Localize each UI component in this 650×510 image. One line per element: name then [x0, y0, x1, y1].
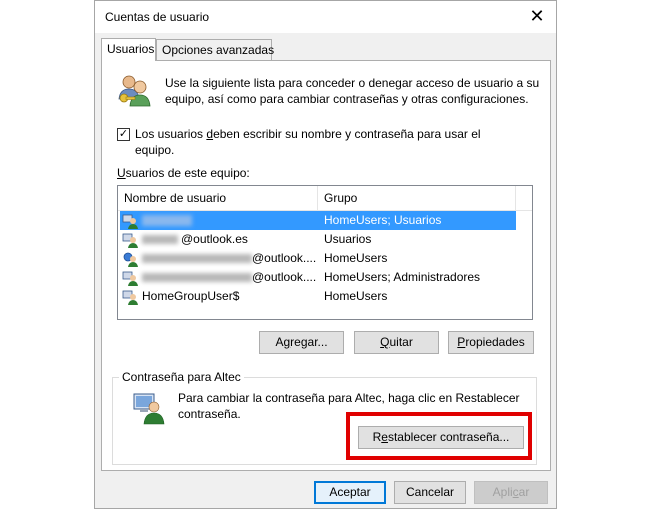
user-accounts-dialog: Cuentas de usuario ✕ Usuarios Opciones a… [94, 0, 557, 509]
password-text-line-1: Para cambiar la contraseña para Altec, h… [178, 391, 520, 405]
column-separator[interactable] [515, 186, 516, 210]
table-row[interactable]: @outlook.... HomeUsers; Administradores [120, 268, 516, 287]
user-name-cell: @outlook.es [181, 232, 248, 246]
add-user-button[interactable]: Agregar... [259, 331, 344, 354]
user-group-cell: HomeUsers [324, 251, 388, 265]
table-row[interactable]: HomeGroupUser$ HomeUsers [120, 287, 516, 306]
tab-usuarios-label: Usuarios [107, 42, 155, 56]
cancel-button[interactable]: Cancelar [394, 481, 466, 504]
users-keys-icon [118, 75, 151, 107]
users-listview[interactable]: Nombre de usuario Grupo HomeUsers; Usuar… [117, 185, 533, 320]
apply-button-text-post: ar [518, 485, 530, 499]
user-icon [122, 214, 138, 229]
add-button-text-post: regar... [290, 335, 328, 349]
blurred-name [142, 254, 252, 263]
remove-button-text-accel: Q [380, 335, 390, 349]
ok-button[interactable]: Aceptar [314, 481, 386, 504]
user-group-cell: HomeUsers; Administradores [324, 270, 481, 284]
user-group-cell: Usuarios [324, 232, 372, 246]
users-list-label-rest: suarios de este equipo: [125, 166, 250, 180]
users-list-label-accel: U [117, 166, 126, 180]
user-name-cell: HomeGroupUser$ [142, 289, 240, 303]
apply-button-text-pre: Apli [492, 485, 513, 499]
user-group-cell: HomeUsers [324, 289, 388, 303]
table-row[interactable]: @outlook.... HomeUsers [120, 249, 516, 268]
apply-button[interactable]: Aplicar [474, 481, 548, 504]
remove-button-text-post: uitar [389, 335, 413, 349]
user-name-cell: @outlook.... [252, 251, 317, 265]
red-highlight-box [346, 412, 532, 460]
intro-line-2: equipo, así como para cambiar contraseña… [165, 92, 529, 106]
title-bar: Cuentas de usuario ✕ [95, 1, 556, 33]
require-login-label-rest: eben escribir su nombre y contraseña par… [213, 127, 481, 141]
tab-opciones-avanzadas-label: Opciones avanzadas [162, 43, 275, 57]
user-icon [123, 252, 138, 267]
user-icon [122, 290, 138, 305]
column-header-username[interactable]: Nombre de usuario [118, 186, 317, 210]
user-icon [122, 271, 138, 286]
table-row[interactable]: @outlook.es Usuarios [120, 230, 516, 249]
column-header-group[interactable]: Grupo [318, 186, 515, 210]
require-login-checkbox[interactable]: ✓ [117, 128, 130, 141]
window-title: Cuentas de usuario [105, 10, 210, 24]
properties-button-text-post: ropiedades [465, 335, 525, 349]
blurred-name [142, 235, 178, 244]
tab-opciones-avanzadas[interactable]: Opciones avanzadas [156, 39, 275, 60]
close-icon[interactable]: ✕ [526, 5, 548, 27]
intro-line-1: Use la siguiente lista para conceder o d… [165, 76, 540, 90]
password-groupbox-title: Contraseña para Altec [119, 370, 244, 384]
user-name-cell: @outlook.... [252, 270, 317, 284]
properties-button[interactable]: Propiedades [448, 331, 534, 354]
require-login-label-prefix: Los usuarios [135, 127, 207, 141]
table-row[interactable]: HomeUsers; Usuarios [120, 211, 516, 230]
user-computer-icon [133, 393, 165, 425]
remove-user-button[interactable]: Quitar [354, 331, 439, 354]
tab-usuarios[interactable]: Usuarios [101, 38, 156, 61]
users-list-label: Usuarios de este equipo: [117, 165, 250, 181]
users-tab-panel: Use la siguiente lista para conceder o d… [101, 60, 551, 471]
user-name-cell [142, 211, 312, 230]
user-icon [122, 233, 138, 248]
blurred-name [142, 273, 252, 282]
intro-text: Use la siguiente lista para conceder o d… [165, 75, 539, 107]
require-login-label-line-2: equipo. [135, 143, 175, 157]
check-mark-icon: ✓ [118, 128, 129, 140]
user-group-cell: HomeUsers; Usuarios [324, 213, 442, 227]
listview-header: Nombre de usuario Grupo [118, 186, 532, 211]
require-login-label[interactable]: Los usuarios deben escribir su nombre y … [135, 126, 481, 158]
